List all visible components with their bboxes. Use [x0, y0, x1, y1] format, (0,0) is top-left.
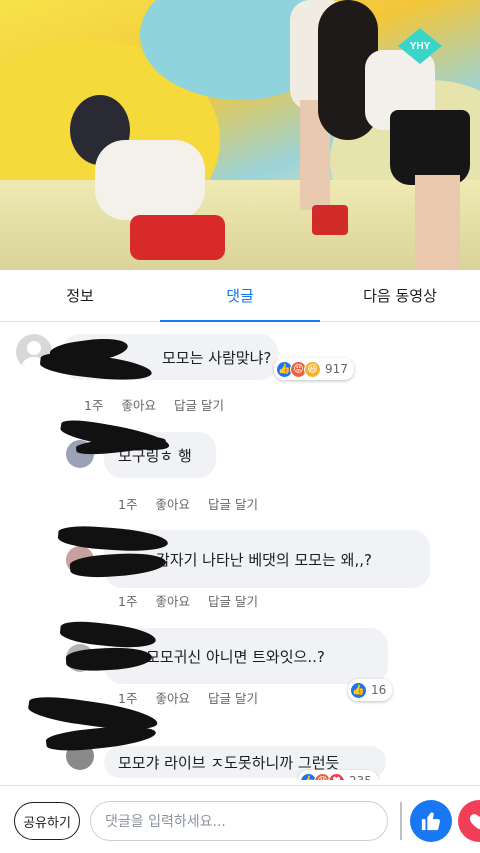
reaction-summary[interactable]: 👍 😡 ♥ 235	[298, 770, 378, 780]
tab-info-label: 정보	[66, 287, 94, 305]
love-reaction-icon: ♥	[328, 772, 345, 780]
comment-input-placeholder: 댓글을 입력하세요...	[105, 814, 226, 830]
dancer-figure	[312, 205, 348, 235]
comment-text: 갑자기 나타난 베댓의 모모는 왜,,?	[156, 550, 372, 569]
like-link[interactable]: 좋아요	[155, 688, 190, 707]
stage-floor	[0, 180, 480, 270]
like-link[interactable]: 좋아요	[155, 591, 190, 610]
reply-link[interactable]: 답글 달기	[208, 688, 258, 707]
reaction-count: 917	[325, 362, 348, 376]
divider	[400, 802, 402, 840]
comment-item: 모모는 사람맞냐? 👍 😡 😆 917 1주 좋아요 답글 달기	[0, 322, 480, 422]
comment-text: 모모는 사람맞냐?	[162, 348, 272, 367]
reply-link[interactable]: 답글 달기	[208, 494, 258, 513]
comment-composer-bar: 공유하기 댓글을 입력하세요...	[0, 785, 480, 853]
comment-actions: 1주 좋아요 답글 달기	[84, 395, 224, 414]
reply-item: 모구링ㅎ 행 1주 좋아요 답글 달기	[0, 416, 480, 522]
reply-item: 갑자기 나타난 베댓의 모모는 왜,,? 1주 좋아요 답글 달기	[0, 522, 480, 622]
comment-actions: 1주 좋아요 답글 달기	[118, 688, 258, 707]
tab-comments[interactable]: 댓글	[160, 270, 320, 322]
like-button[interactable]	[410, 800, 452, 842]
comment-timestamp: 1주	[118, 691, 138, 706]
comment-text: 모모귀신 아니면 트와잇으..?	[146, 647, 325, 666]
tab-info[interactable]: 정보	[0, 270, 160, 321]
dancer-figure	[95, 140, 205, 220]
tab-next-videos-label: 다음 동영상	[363, 287, 437, 305]
reaction-summary[interactable]: 👍 😡 😆 917	[274, 358, 354, 380]
video-player[interactable]: YHY	[0, 0, 480, 270]
like-link[interactable]: 좋아요	[121, 395, 156, 414]
reply-item: 모모갸 라이브 ㅈ도못하니까 그런듯 👍 😡 ♥ 235	[0, 693, 480, 780]
like-reaction-icon: 👍	[350, 681, 367, 699]
reaction-summary[interactable]: 👍 16	[348, 679, 393, 701]
reply-link[interactable]: 답글 달기	[174, 395, 224, 414]
tab-comments-label: 댓글	[226, 287, 254, 305]
comment-input[interactable]: 댓글을 입력하세요...	[90, 801, 388, 841]
dancer-figure	[130, 215, 225, 260]
like-link[interactable]: 좋아요	[155, 494, 190, 513]
dancer-figure	[390, 110, 470, 185]
reaction-count: 16	[371, 683, 387, 697]
comment-timestamp: 1주	[118, 497, 138, 512]
dancer-figure	[415, 175, 460, 270]
comment-timestamp: 1주	[84, 398, 104, 413]
comment-actions: 1주 좋아요 답글 달기	[118, 494, 258, 513]
haha-reaction-icon: 😆	[304, 360, 321, 378]
reaction-count: 235	[349, 774, 372, 780]
comment-timestamp: 1주	[118, 594, 138, 609]
share-button[interactable]: 공유하기	[14, 802, 80, 840]
reply-link[interactable]: 답글 달기	[208, 591, 258, 610]
thumbs-up-icon	[421, 812, 441, 831]
tab-bar: 정보 댓글 다음 동영상	[0, 270, 480, 322]
heart-icon	[469, 814, 480, 830]
comment-actions: 1주 좋아요 답글 달기	[118, 591, 258, 610]
comment-list[interactable]: 모모는 사람맞냐? 👍 😡 😆 917 1주 좋아요 답글 달기 모구링ㅎ 행 …	[0, 322, 480, 780]
love-button[interactable]	[458, 800, 480, 842]
tab-next-videos[interactable]: 다음 동영상	[320, 270, 480, 321]
